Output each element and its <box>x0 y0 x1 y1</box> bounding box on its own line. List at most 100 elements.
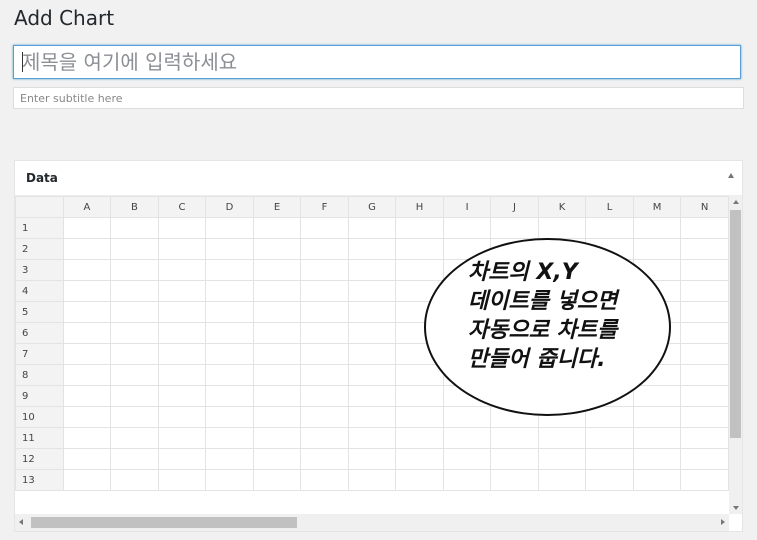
grid-cell[interactable] <box>205 385 254 407</box>
row-header[interactable]: 11 <box>15 427 64 449</box>
grid-cell[interactable] <box>585 469 634 491</box>
grid-cell[interactable] <box>205 469 254 491</box>
grid-cell[interactable] <box>347 238 397 260</box>
scroll-left-icon[interactable] <box>19 519 23 525</box>
column-header[interactable]: N <box>680 196 729 218</box>
grid-cell[interactable] <box>680 343 729 365</box>
grid-cell[interactable] <box>680 238 729 260</box>
grid-cell[interactable] <box>632 385 682 407</box>
grid-cell[interactable] <box>300 280 349 302</box>
grid-cell[interactable] <box>252 280 302 302</box>
grid-cell[interactable] <box>110 259 159 281</box>
collapse-up-icon[interactable] <box>728 173 734 178</box>
grid-cell[interactable] <box>205 259 254 281</box>
grid-cell[interactable] <box>680 406 729 428</box>
grid-cell[interactable] <box>347 427 397 449</box>
grid-cell[interactable] <box>252 322 302 344</box>
grid-cell[interactable] <box>62 280 112 302</box>
grid-cell[interactable] <box>252 217 302 239</box>
grid-cell[interactable] <box>300 427 349 449</box>
grid-cell[interactable] <box>62 364 112 386</box>
grid-cell[interactable] <box>110 238 159 260</box>
grid-cell[interactable] <box>300 259 349 281</box>
grid-cell[interactable] <box>680 448 729 470</box>
grid-cell[interactable] <box>585 427 634 449</box>
grid-cell[interactable] <box>395 448 444 470</box>
column-header[interactable]: D <box>205 196 254 218</box>
grid-cell[interactable] <box>680 259 729 281</box>
row-header[interactable]: 6 <box>15 322 64 344</box>
grid-cell[interactable] <box>252 385 302 407</box>
column-header[interactable]: E <box>252 196 302 218</box>
grid-cell[interactable] <box>62 301 112 323</box>
grid-cell[interactable] <box>347 301 397 323</box>
grid-cell[interactable] <box>110 343 159 365</box>
grid-cell[interactable] <box>252 448 302 470</box>
grid-cell[interactable] <box>300 385 349 407</box>
grid-cell[interactable] <box>442 469 492 491</box>
grid-cell[interactable] <box>490 469 539 491</box>
grid-cell[interactable] <box>252 343 302 365</box>
grid-cell[interactable] <box>300 217 349 239</box>
grid-cell[interactable] <box>395 259 444 281</box>
row-header[interactable]: 3 <box>15 259 64 281</box>
grid-cell[interactable] <box>110 217 159 239</box>
grid-cell[interactable] <box>157 448 207 470</box>
grid-cell[interactable] <box>632 406 682 428</box>
column-header[interactable]: I <box>442 196 492 218</box>
grid-cell[interactable] <box>205 406 254 428</box>
grid-cell[interactable] <box>347 448 397 470</box>
grid-cell[interactable] <box>110 301 159 323</box>
grid-cell[interactable] <box>252 259 302 281</box>
grid-cell[interactable] <box>347 406 397 428</box>
grid-cell[interactable] <box>632 448 682 470</box>
grid-cell[interactable] <box>632 238 682 260</box>
row-header[interactable]: 2 <box>15 238 64 260</box>
grid-cell[interactable] <box>252 301 302 323</box>
column-header[interactable]: M <box>632 196 682 218</box>
grid-cell[interactable] <box>300 364 349 386</box>
column-header[interactable]: L <box>585 196 634 218</box>
grid-cell[interactable] <box>110 364 159 386</box>
grid-cell[interactable] <box>680 217 729 239</box>
grid-cell[interactable] <box>395 406 444 428</box>
grid-cell[interactable] <box>347 259 397 281</box>
row-header[interactable]: 4 <box>15 280 64 302</box>
grid-cell[interactable] <box>395 469 444 491</box>
row-header[interactable]: 7 <box>15 343 64 365</box>
scroll-down-icon[interactable] <box>733 506 739 510</box>
row-header[interactable]: 1 <box>15 217 64 239</box>
grid-cell[interactable] <box>490 217 539 239</box>
grid-cell[interactable] <box>157 217 207 239</box>
grid-cell[interactable] <box>62 448 112 470</box>
grid-cell[interactable] <box>157 238 207 260</box>
grid-cell[interactable] <box>395 427 444 449</box>
column-header[interactable]: H <box>395 196 444 218</box>
column-header[interactable]: B <box>110 196 159 218</box>
grid-cell[interactable] <box>347 385 397 407</box>
grid-cell[interactable] <box>62 469 112 491</box>
grid-cell[interactable] <box>680 301 729 323</box>
grid-cell[interactable] <box>395 364 444 386</box>
grid-cell[interactable] <box>205 322 254 344</box>
grid-cell[interactable] <box>442 427 492 449</box>
grid-cell[interactable] <box>252 469 302 491</box>
grid-cell[interactable] <box>62 217 112 239</box>
grid-cell[interactable] <box>585 217 634 239</box>
chart-subtitle-input[interactable] <box>13 87 744 109</box>
grid-cell[interactable] <box>205 427 254 449</box>
grid-cell[interactable] <box>157 301 207 323</box>
grid-cell[interactable] <box>347 217 397 239</box>
column-header[interactable]: F <box>300 196 349 218</box>
grid-cell[interactable] <box>157 427 207 449</box>
grid-cell[interactable] <box>205 364 254 386</box>
grid-cell[interactable] <box>62 322 112 344</box>
grid-cell[interactable] <box>680 469 729 491</box>
scroll-right-icon[interactable] <box>721 519 725 525</box>
grid-cell[interactable] <box>157 343 207 365</box>
horizontal-scrollbar[interactable] <box>15 514 729 531</box>
grid-cell[interactable] <box>347 364 397 386</box>
column-header[interactable]: K <box>537 196 587 218</box>
grid-cell[interactable] <box>537 427 587 449</box>
grid-cell[interactable] <box>347 322 397 344</box>
